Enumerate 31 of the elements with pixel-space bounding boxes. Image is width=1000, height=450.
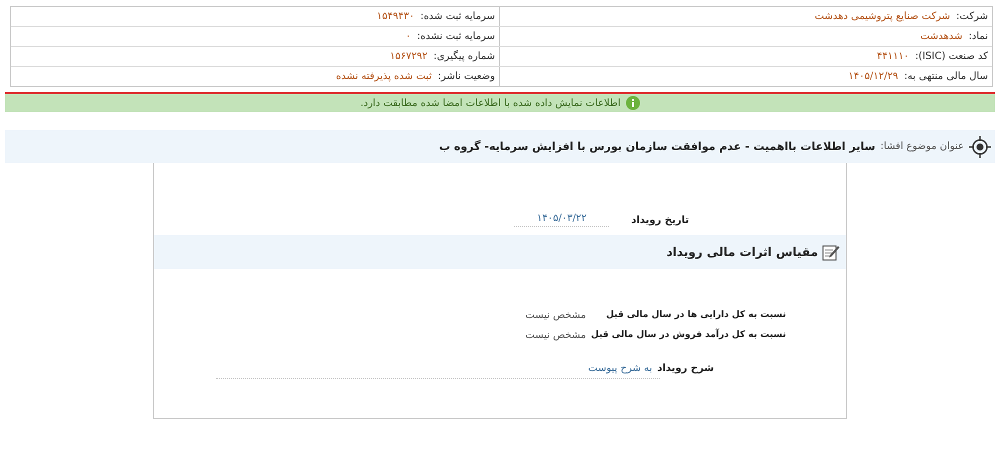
field-value: ۱۴۰۵/۱۲/۲۹	[848, 71, 898, 82]
field-value: ۱۵۴۹۴۳۰	[376, 11, 414, 22]
field-label: سرمایه ثبت نشده:	[417, 31, 495, 42]
info-icon	[626, 96, 640, 110]
field-label: شرکت:	[956, 11, 988, 22]
section-title: مقیاس اثرات مالی رویداد	[666, 245, 818, 259]
field-label: شماره پیگیری:	[433, 51, 495, 62]
metric-label: نسبت به کل درآمد فروش در سال مالی قبل	[590, 330, 786, 340]
field-label: کد صنعت (ISIC):	[915, 51, 988, 62]
metric-label: نسبت به کل دارایی ها در سال مالی قبل	[605, 310, 786, 320]
field-value: شرکت صنایع پتروشیمی دهدشت	[814, 11, 950, 22]
field-label: سال مالی منتهی به:	[904, 71, 988, 82]
subject-label: عنوان موضوع افشا:	[880, 141, 964, 152]
description-label: شرح رویداد	[657, 363, 714, 374]
field-value: ۰	[406, 31, 412, 42]
field-value: شدهدشت	[920, 31, 963, 42]
metric-value: مشخص نیست	[525, 310, 586, 320]
field-label: سرمایه ثبت شده:	[420, 11, 495, 22]
field-value: ۱۵۶۷۲۹۲	[390, 51, 428, 62]
description-link[interactable]: به شرح پیوست	[588, 363, 652, 374]
target-icon	[969, 136, 991, 158]
metric-value: مشخص نیست	[525, 330, 586, 340]
event-date-value: ۱۴۰۵/۰۳/۲۲	[514, 213, 610, 227]
field-label: وضعیت ناشر:	[438, 71, 495, 82]
field-value: ثبت شده پذیرفته نشده	[336, 71, 432, 82]
notice-text: اطلاعات نمایش داده شده با اطلاعات امضا شده مطابقت دارد.	[360, 98, 621, 108]
field-label: نماد:	[968, 31, 988, 42]
notepad-pencil-icon	[822, 243, 840, 261]
event-date-label: تاریخ رویداد	[631, 214, 689, 226]
field-value: ۴۴۱۱۱۰	[876, 51, 910, 62]
subject-title: سایر اطلاعات بااهمیت - عدم موافقت سازمان بورس با افزایش سرمایه- گروه ب	[439, 140, 876, 153]
